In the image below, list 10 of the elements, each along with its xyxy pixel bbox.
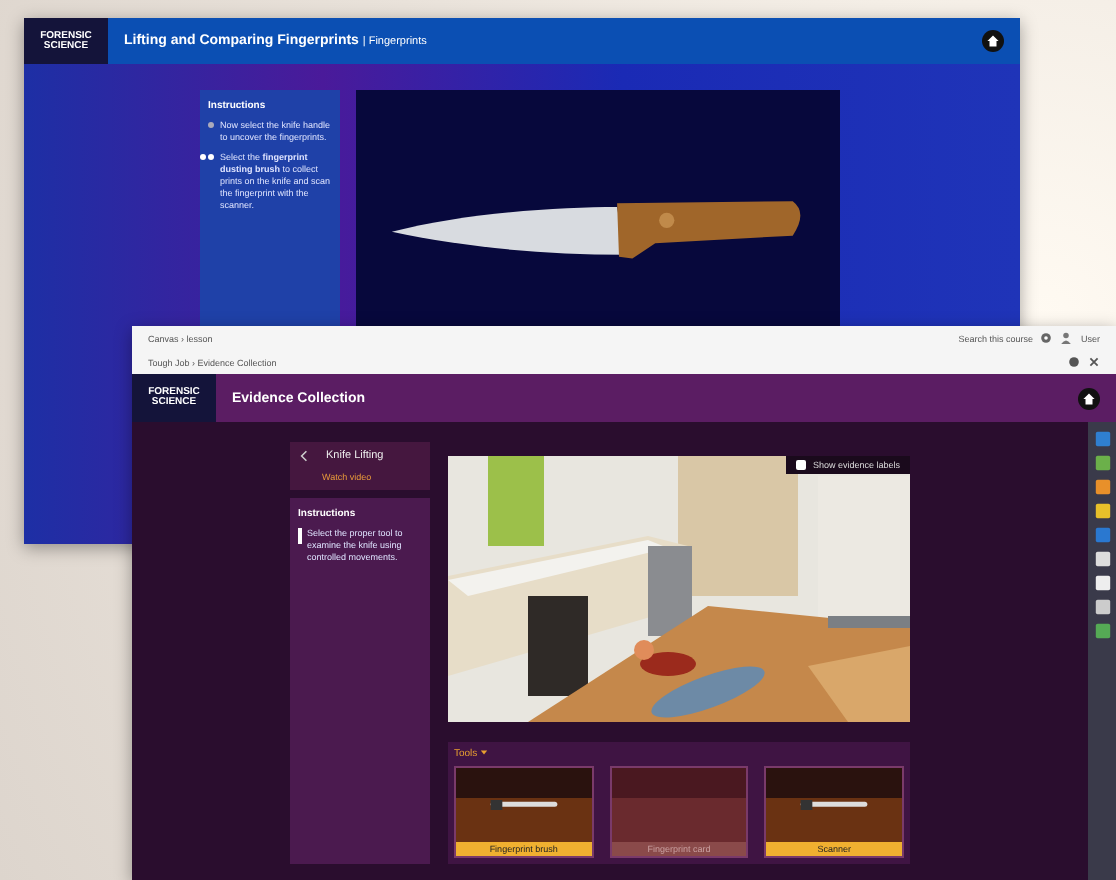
home-icon (986, 34, 1000, 48)
home-button[interactable] (982, 30, 1004, 52)
caret-icon (480, 748, 489, 756)
person-figure (634, 640, 765, 718)
checkbox[interactable] (796, 460, 807, 470)
home-button[interactable] (1078, 387, 1100, 409)
settings-icon[interactable] (1040, 332, 1053, 344)
user-icon[interactable] (1060, 332, 1073, 344)
home-icon (1082, 391, 1096, 405)
close-icon[interactable] (1088, 356, 1100, 368)
